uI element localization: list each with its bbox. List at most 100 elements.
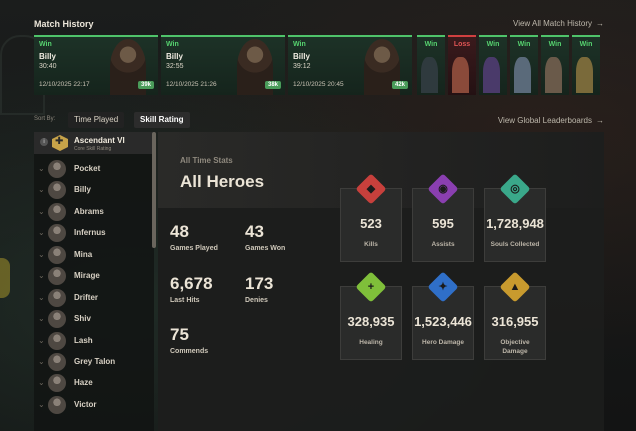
stat-value: 48 xyxy=(170,222,189,241)
match-card-small[interactable]: Win xyxy=(541,35,569,95)
info-icon[interactable]: i xyxy=(40,138,48,146)
match-result: Win xyxy=(579,41,593,48)
hero-avatar xyxy=(48,160,66,178)
page-title: Match History xyxy=(34,19,94,29)
match-card-small[interactable]: Win xyxy=(510,35,538,95)
hero-avatar xyxy=(48,181,66,199)
sort-by-label: Sort By: xyxy=(34,116,56,122)
stat-label: Games Played xyxy=(170,245,218,252)
hero-avatar xyxy=(48,289,66,307)
stat-value: 43 xyxy=(245,222,264,241)
match-date: 12/10/2025 21:26 xyxy=(166,81,217,88)
chevron-down-icon: ⌄ xyxy=(38,207,45,216)
tile-value: 595 xyxy=(432,216,454,231)
view-all-match-history-link[interactable]: View All Match History → xyxy=(513,19,604,28)
chevron-down-icon: ⌄ xyxy=(38,357,45,366)
match-cards: Win Billy 30:40 12/10/2025 22:17 39k Win… xyxy=(34,35,604,95)
stat-label: Last Hits xyxy=(170,297,200,304)
objective-damage-icon: ▲ xyxy=(499,271,531,303)
match-result: Win xyxy=(548,41,562,48)
stat-last-hits: 6,678 Last Hits xyxy=(170,274,213,304)
tab-skill-rating[interactable]: Skill Rating xyxy=(134,112,190,128)
hero-list-item[interactable]: ⌄ Infernus xyxy=(34,222,154,244)
hero-name: Pocket xyxy=(74,164,101,173)
rank-name: Ascendant VI xyxy=(74,136,125,145)
match-card-small[interactable]: Win xyxy=(479,35,507,95)
stat-denies: 173 Denies xyxy=(245,274,273,304)
stat-label: Commends xyxy=(170,348,209,355)
sidebar-scrollbar[interactable] xyxy=(152,132,156,248)
match-card-small[interactable]: Win xyxy=(417,35,445,95)
tab-time-played[interactable]: Time Played xyxy=(68,112,125,128)
stat-value: 6,678 xyxy=(170,274,213,293)
hero-list-item[interactable]: ⌄ Abrams xyxy=(34,201,154,223)
hero-list-item[interactable]: ⌄ Pocket xyxy=(34,158,154,180)
stat-label: Denies xyxy=(245,297,268,304)
match-card[interactable]: Win Billy 39:12 12/10/2025 20:45 42k xyxy=(288,35,412,95)
match-hero-name: Billy xyxy=(293,52,310,61)
hero-list-item[interactable]: ⌄ Mina xyxy=(34,244,154,266)
chevron-down-icon: ⌄ xyxy=(38,336,45,345)
leaderboards-label: View Global Leaderboards xyxy=(497,116,592,125)
hero-list-item[interactable]: ⌄ Mirage xyxy=(34,265,154,287)
hero-avatar xyxy=(48,310,66,328)
hero-name: Mirage xyxy=(74,271,100,280)
hero-avatar xyxy=(48,332,66,350)
hero-avatar xyxy=(48,203,66,221)
tile-label: Souls Collected xyxy=(490,241,540,248)
hero-portrait xyxy=(545,57,562,93)
chevron-down-icon: ⌄ xyxy=(38,185,45,194)
hero-name: Mina xyxy=(74,250,93,259)
tile-label: Hero Damage xyxy=(422,339,464,346)
chevron-down-icon: ⌄ xyxy=(38,293,45,302)
match-result: Win xyxy=(39,41,52,48)
kills-icon: ◆ xyxy=(355,173,387,205)
match-card[interactable]: Win Billy 30:40 12/10/2025 22:17 39k xyxy=(34,35,158,95)
section-label: All Time Stats xyxy=(180,156,233,165)
tile-label: Healing xyxy=(359,339,383,346)
hero-sidebar: i Ascendant VI Core Skill Rating ⌄ Pocket… xyxy=(34,132,154,431)
match-history-header: Match History View All Match History → xyxy=(34,19,604,33)
hero-avatar xyxy=(48,267,66,285)
rank-summary[interactable]: i Ascendant VI Core Skill Rating xyxy=(34,132,154,154)
match-result: Win xyxy=(517,41,531,48)
chevron-down-icon: ⌄ xyxy=(38,314,45,323)
hero-list-item[interactable]: ⌄ Shiv xyxy=(34,308,154,330)
tile-value: 1,728,948 xyxy=(486,216,544,231)
arrow-right-icon: → xyxy=(596,19,604,28)
match-date: 12/10/2025 22:17 xyxy=(39,81,90,88)
hero-list-item[interactable]: ⌄ Victor xyxy=(34,394,154,416)
hero-portrait xyxy=(576,57,593,93)
match-result: Loss xyxy=(453,41,471,48)
hero-list-item[interactable]: ⌄ Drifter xyxy=(34,287,154,309)
stats-panel: All Time Stats All Heroes 48 Games Played… xyxy=(158,132,604,431)
hero-name: Billy xyxy=(74,185,91,194)
tile-value: 328,935 xyxy=(347,314,395,329)
match-result: Win xyxy=(166,41,179,48)
hero-avatar xyxy=(48,246,66,264)
hero-avatar xyxy=(48,374,66,392)
view-global-leaderboards-link[interactable]: View Global Leaderboards → xyxy=(498,116,604,125)
hero-list-item[interactable]: ⌄ Billy xyxy=(34,179,154,201)
hero-list-item[interactable]: ⌄ Haze xyxy=(34,372,154,394)
match-hero-name: Billy xyxy=(39,52,56,61)
match-hero-name: Billy xyxy=(166,52,183,61)
chevron-down-icon: ⌄ xyxy=(38,164,45,173)
hero-list-item[interactable]: ⌄ Lash xyxy=(34,330,154,352)
match-duration: 30:40 xyxy=(39,63,57,70)
match-card-small[interactable]: Win xyxy=(572,35,600,95)
hero-avatar xyxy=(48,396,66,414)
hero-name: Infernus xyxy=(74,228,106,237)
rank-badge-icon xyxy=(52,135,68,151)
rank-subtitle: Core Skill Rating xyxy=(74,146,112,152)
match-card[interactable]: Win Billy 32:55 12/10/2025 21:26 38k xyxy=(161,35,285,95)
background-figure xyxy=(0,258,10,298)
tile-value: 316,955 xyxy=(491,314,539,329)
hero-list-item[interactable]: ⌄ Grey Talon xyxy=(34,351,154,373)
match-card-small[interactable]: Loss xyxy=(448,35,476,95)
match-score-badge: 38k xyxy=(264,81,281,89)
stat-value: 173 xyxy=(245,274,274,293)
hero-avatar xyxy=(48,224,66,242)
match-duration: 32:55 xyxy=(166,63,184,70)
stat-games-won: 43 Games Won xyxy=(245,222,285,252)
